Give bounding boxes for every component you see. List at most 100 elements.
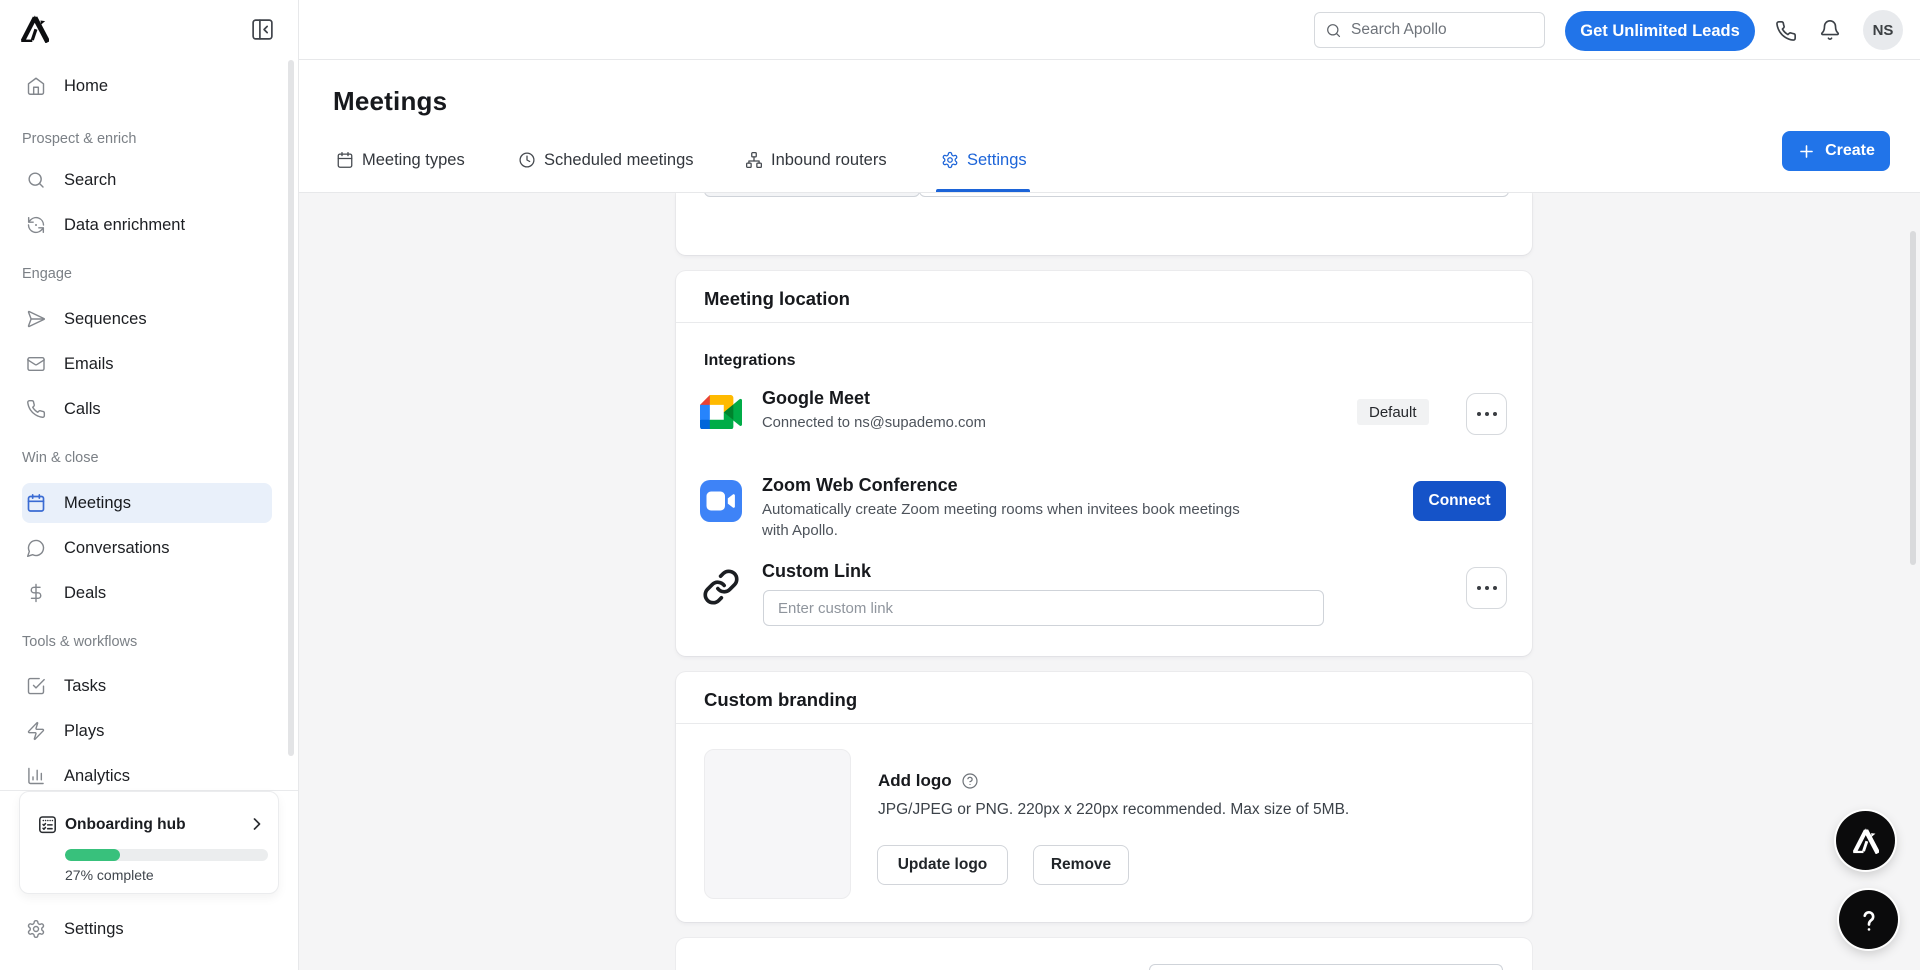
custom-link-more-button[interactable] <box>1466 567 1507 609</box>
tab-inbound-routers[interactable]: Inbound routers <box>745 146 887 174</box>
help-bubble[interactable] <box>1839 890 1898 949</box>
calendar-icon <box>336 151 354 169</box>
sidebar-item-settings[interactable]: Settings <box>22 909 272 949</box>
sidebar-item-deals[interactable]: Deals <box>22 573 272 613</box>
sidebar-scrollbar[interactable] <box>288 60 294 756</box>
sidebar-item-data-enrichment[interactable]: Data enrichment <box>22 205 272 245</box>
chevron-right-icon <box>247 814 267 834</box>
global-search-box[interactable] <box>1314 12 1545 48</box>
get-unlimited-leads-button[interactable]: Get Unlimited Leads <box>1565 11 1755 51</box>
question-mark-icon <box>1854 905 1884 935</box>
main-scrollbar[interactable] <box>1910 231 1916 565</box>
sidebar-item-label: Tasks <box>64 677 106 696</box>
zoom-icon <box>700 480 742 522</box>
mail-icon <box>26 354 46 374</box>
home-icon <box>26 76 46 96</box>
sidebar-item-label: Analytics <box>64 767 130 786</box>
divider <box>676 723 1532 724</box>
sidebar-item-search[interactable]: Search <box>22 160 272 200</box>
custom-link-name: Custom Link <box>762 561 871 582</box>
sidebar-item-emails[interactable]: Emails <box>22 344 272 384</box>
zap-icon <box>26 721 46 741</box>
bell-icon[interactable] <box>1819 19 1841 41</box>
sidebar-item-label: Conversations <box>64 539 169 558</box>
collapse-sidebar-button[interactable] <box>250 15 278 43</box>
sidebar: HomeProspect & enrichSearchData enrichme… <box>0 0 299 970</box>
link-icon <box>702 568 742 608</box>
send-icon <box>26 309 46 329</box>
onboarding-hub-card[interactable]: Onboarding hub 27% complete <box>19 791 279 894</box>
topbar: Get Unlimited Leads NS <box>299 0 1920 60</box>
sidebar-item-conversations[interactable]: Conversations <box>22 528 272 568</box>
google-meet-name: Google Meet <box>762 388 870 409</box>
tab-label: Scheduled meetings <box>544 151 694 170</box>
add-logo-label: Add logo <box>878 771 952 791</box>
scrolled-card-partial <box>676 193 1532 255</box>
sidebar-item-meetings[interactable]: Meetings <box>22 483 272 523</box>
custom-branding-title: Custom branding <box>704 689 857 711</box>
global-search-input[interactable] <box>1351 21 1521 39</box>
gear-icon <box>941 151 959 169</box>
create-button[interactable]: Create <box>1782 131 1890 171</box>
google-meet-subtitle: Connected to ns@supademo.com <box>762 415 986 431</box>
apollo-assistant-bubble[interactable] <box>1836 811 1895 870</box>
page-title: Meetings <box>333 86 447 117</box>
sidebar-item-label: Plays <box>64 722 104 741</box>
tab-label: Meeting types <box>362 151 465 170</box>
meeting-location-title: Meeting location <box>704 288 850 310</box>
zoom-name: Zoom Web Conference <box>762 475 958 496</box>
calendar-icon <box>26 493 46 513</box>
chart-icon <box>26 766 46 786</box>
sidebar-section-win-close: Win & close <box>22 448 99 468</box>
sidebar-item-label: Calls <box>64 400 101 419</box>
next-card-partial <box>676 938 1532 970</box>
zoom-connect-button[interactable]: Connect <box>1413 481 1506 521</box>
sidebar-item-label: Search <box>64 171 116 190</box>
default-badge: Default <box>1357 399 1429 425</box>
network-icon <box>745 151 763 169</box>
sidebar-section-engage: Engage <box>22 264 72 284</box>
onboarding-hub-label: Onboarding hub <box>65 816 186 834</box>
gear-icon <box>26 919 46 939</box>
onboarding-progress-bar <box>65 849 268 861</box>
custom-link-input[interactable] <box>763 590 1324 626</box>
tab-settings[interactable]: Settings <box>941 146 1027 174</box>
help-circle-icon[interactable] <box>961 772 979 790</box>
phone-icon[interactable] <box>1775 20 1797 42</box>
sidebar-item-sequences[interactable]: Sequences <box>22 299 272 339</box>
plus-icon <box>1797 142 1816 161</box>
tab-scheduled-meetings[interactable]: Scheduled meetings <box>518 146 694 174</box>
remove-logo-button[interactable]: Remove <box>1033 845 1129 885</box>
sidebar-item-label: Home <box>64 77 108 96</box>
onboarding-progress-fill <box>65 849 120 861</box>
apollo-logo-icon <box>21 15 49 43</box>
sidebar-item-home[interactable]: Home <box>22 66 272 106</box>
sidebar-item-label: Emails <box>64 355 114 374</box>
sidebar-item-label: Settings <box>64 920 124 939</box>
phone-icon <box>26 399 46 419</box>
page-header: Meetings Meeting types Scheduled meetings… <box>299 60 1920 193</box>
logo-placeholder <box>704 749 851 899</box>
sidebar-section-tools-workflows: Tools & workflows <box>22 632 137 652</box>
add-logo-description: JPG/JPEG or PNG. 220px x 220px recommend… <box>878 801 1349 819</box>
chat-icon <box>26 538 46 558</box>
task-icon <box>26 676 46 696</box>
partial-input-bottom[interactable] <box>1149 964 1503 970</box>
sidebar-item-label: Sequences <box>64 310 147 329</box>
sidebar-item-calls[interactable]: Calls <box>22 389 272 429</box>
main-content: Meeting location Integrations Google Mee… <box>299 193 1920 970</box>
sidebar-item-label: Meetings <box>64 494 131 513</box>
clock-icon <box>518 151 536 169</box>
user-avatar[interactable]: NS <box>1863 10 1903 50</box>
partial-input-right[interactable] <box>919 193 1509 197</box>
sidebar-item-tasks[interactable]: Tasks <box>22 666 272 706</box>
google-meet-more-button[interactable] <box>1466 393 1507 435</box>
partial-input-left[interactable] <box>704 193 920 197</box>
custom-branding-card: Custom branding Add logo JPG/JPEG or PNG… <box>676 672 1532 922</box>
clipboard-list-icon <box>37 814 58 835</box>
update-logo-button[interactable]: Update logo <box>877 845 1008 885</box>
sidebar-item-label: Deals <box>64 584 106 603</box>
integrations-label: Integrations <box>704 352 796 370</box>
tab-meeting-types[interactable]: Meeting types <box>336 146 465 174</box>
sidebar-item-plays[interactable]: Plays <box>22 711 272 751</box>
